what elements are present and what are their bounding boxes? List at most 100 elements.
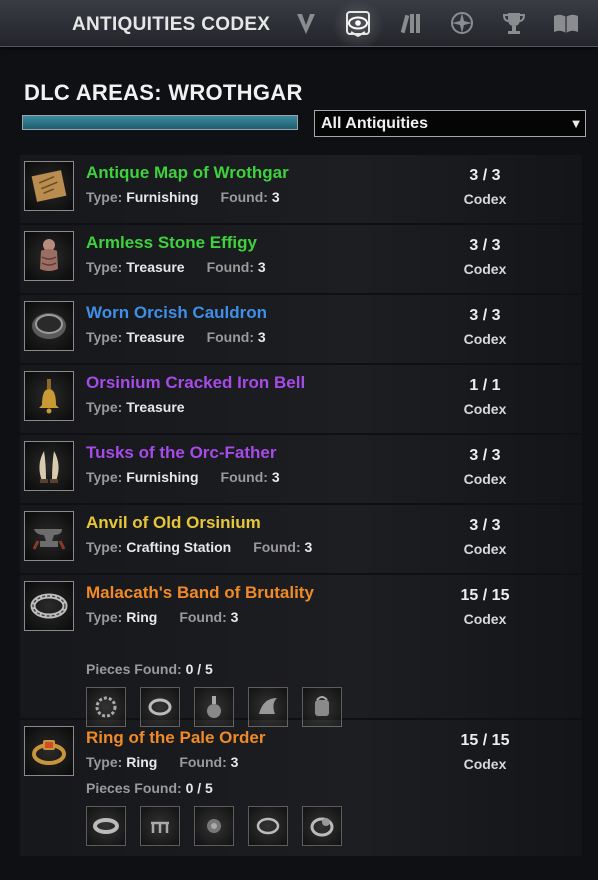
signet-piece-icon xyxy=(310,817,334,837)
antiquity-type: Furnishing xyxy=(126,189,199,205)
tab-trophy[interactable] xyxy=(488,0,540,46)
antiquities-filter-dropdown[interactable]: All Antiquities ▼ xyxy=(314,110,586,137)
tab-codex[interactable] xyxy=(332,0,384,46)
anvil-icon xyxy=(32,529,66,550)
open-book-icon xyxy=(554,14,578,33)
compass-star-icon xyxy=(451,12,473,34)
pouch-piece-icon xyxy=(315,696,329,716)
codex-count: 3 / 3 xyxy=(469,237,501,254)
thin-ring-piece-icon xyxy=(256,817,280,835)
antiquity-entry[interactable]: Antique Map of Wrothgar Type: Furnishing… xyxy=(20,155,582,223)
antiquity-type: Ring xyxy=(126,609,158,625)
piece-slot[interactable] xyxy=(140,806,180,846)
antiquity-found: 3 xyxy=(230,754,239,770)
antiquity-type: Treasure xyxy=(126,399,185,415)
antiquity-entry[interactable]: Orsinium Cracked Iron Bell Type: Treasur… xyxy=(20,365,582,433)
top-bar: ANTIQUITIES CODEX xyxy=(0,0,598,47)
tab-book[interactable] xyxy=(540,0,592,46)
antiquity-icon-frame xyxy=(24,441,74,491)
antiquity-icon-frame xyxy=(24,161,74,211)
codex-count: 3 / 3 xyxy=(469,447,501,464)
piece-slot[interactable] xyxy=(86,806,126,846)
codex-eye-icon xyxy=(346,11,370,38)
pieces-found: Pieces Found: 0 / 5 xyxy=(86,780,213,796)
codex-count: 3 / 3 xyxy=(469,517,501,534)
band-piece-icon xyxy=(93,818,119,834)
codex-label: Codex xyxy=(463,756,507,772)
checkmark-v-icon xyxy=(297,14,315,34)
antiquity-entry[interactable]: Malacath's Band of Brutality Type: Ring F… xyxy=(20,575,582,727)
gem-piece-icon xyxy=(207,819,221,833)
codex-label: Codex xyxy=(463,541,507,557)
codex-count: 15 / 15 xyxy=(460,587,510,604)
tusks-icon xyxy=(39,451,59,483)
tab-compass[interactable] xyxy=(436,0,488,46)
codex-label: Codex xyxy=(463,191,507,207)
codex-count: 15 / 15 xyxy=(460,732,510,749)
codex-count: 3 / 3 xyxy=(469,167,501,184)
antiquity-found: 3 xyxy=(257,259,266,275)
antiquity-type: Furnishing xyxy=(126,469,199,485)
tab-checkmark[interactable] xyxy=(280,0,332,46)
ring-band-icon xyxy=(30,593,68,619)
antiquity-type: Crafting Station xyxy=(126,539,232,555)
antiquity-entry[interactable]: Armless Stone Effigy Type: Treasure Found… xyxy=(20,225,582,293)
antiquity-name: Malacath's Band of Brutality xyxy=(86,583,314,602)
antiquity-found: 3 xyxy=(271,189,280,205)
plain-ring-piece-icon xyxy=(148,698,172,716)
collection-progress-bar xyxy=(22,115,298,130)
section-heading: DLC AREAS: WROTHGAR xyxy=(24,80,303,105)
antiquity-meta: Type: Furnishing Found: 3 xyxy=(86,469,280,485)
antiquity-icon-frame xyxy=(24,511,74,561)
stone-effigy-icon xyxy=(40,239,58,271)
antiquity-icon-frame xyxy=(24,301,74,351)
antiquity-icon-frame xyxy=(24,371,74,421)
antiquity-meta: Type: Crafting Station Found: 3 xyxy=(86,539,313,555)
antiquity-found: 3 xyxy=(304,539,313,555)
antiquity-entry[interactable]: Tusks of the Orc-Father Type: Furnishing… xyxy=(20,435,582,503)
antiquity-meta: Type: Ring Found: 3 xyxy=(86,754,239,770)
antiquity-list: Antique Map of Wrothgar Type: Furnishing… xyxy=(20,155,582,858)
antiquity-meta: Type: Treasure Found: 3 xyxy=(86,259,266,275)
codex-label: Codex xyxy=(463,331,507,347)
codex-count: 3 / 3 xyxy=(469,307,501,324)
piece-slot[interactable] xyxy=(194,806,234,846)
setting-piece-icon xyxy=(151,821,169,833)
antiquity-found: 3 xyxy=(257,329,266,345)
antiquity-entry[interactable]: Worn Orcish Cauldron Type: Treasure Found… xyxy=(20,295,582,363)
claw-piece-icon xyxy=(259,698,277,714)
chain-ring-piece-icon xyxy=(95,696,117,718)
progress-fill xyxy=(23,116,297,129)
dropdown-value: All Antiquities xyxy=(321,114,428,132)
tab-shovel[interactable] xyxy=(384,0,436,46)
codex-label: Codex xyxy=(463,401,507,417)
antiquity-name: Orsinium Cracked Iron Bell xyxy=(86,373,306,392)
codex-label: Codex xyxy=(463,611,507,627)
antiquity-meta: Type: Treasure Found: 3 xyxy=(86,329,266,345)
bell-icon xyxy=(39,379,59,414)
antiquity-type: Ring xyxy=(126,754,158,770)
piece-slot[interactable] xyxy=(248,806,288,846)
antiquity-entry[interactable]: Anvil of Old Orsinium Type: Crafting Sta… xyxy=(20,505,582,573)
piece-slot[interactable] xyxy=(302,806,342,846)
codex-title: ANTIQUITIES CODEX xyxy=(72,14,271,35)
gem-ring-icon xyxy=(32,740,66,765)
antiquity-name: Anvil of Old Orsinium xyxy=(86,513,261,532)
antiquity-name: Armless Stone Effigy xyxy=(86,233,257,252)
codex-tabs xyxy=(280,0,592,46)
antiquity-entry[interactable]: Ring of the Pale Order Type: Ring Found: … xyxy=(20,720,582,856)
antiquity-meta: Type: Furnishing Found: 3 xyxy=(86,189,280,205)
cauldron-icon xyxy=(32,313,66,339)
dropdown-arrow-icon: ▼ xyxy=(569,116,583,131)
antiquity-icon-frame xyxy=(24,726,74,776)
codex-label: Codex xyxy=(463,261,507,277)
pieces-found: Pieces Found: 0 / 5 xyxy=(86,661,213,677)
codex-count: 1 / 1 xyxy=(469,377,501,394)
antiquity-icon-frame xyxy=(24,231,74,281)
antiquity-name: Antique Map of Wrothgar xyxy=(86,163,289,182)
antiquity-meta: Type: Ring Found: 3 xyxy=(86,609,239,625)
antiquity-name: Worn Orcish Cauldron xyxy=(86,303,268,322)
codex-label: Codex xyxy=(463,471,507,487)
antiquity-type: Treasure xyxy=(126,329,185,345)
antiquity-found: 3 xyxy=(230,609,239,625)
